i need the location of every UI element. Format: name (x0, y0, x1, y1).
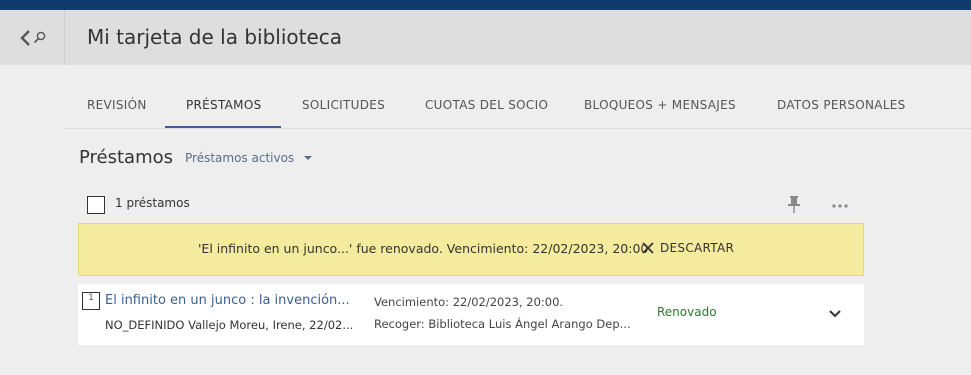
dismiss-button[interactable]: DESCARTAR (641, 241, 734, 255)
tab-bar: REVISIÓN PRÉSTAMOS SOLICITUDES CUOTAS DE… (65, 65, 971, 129)
tab-cuotas[interactable]: CUOTAS DEL SOCIO (425, 65, 548, 129)
tab-bloqueos[interactable]: BLOQUEOS + MENSAJES (584, 65, 736, 129)
back-search-button[interactable] (0, 10, 65, 65)
dismiss-label: DESCARTAR (660, 241, 735, 255)
tab-solicitudes[interactable]: SOLICITUDES (302, 65, 385, 129)
loan-count: 1 préstamos (115, 196, 190, 210)
section-title: Préstamos (79, 147, 174, 168)
select-all-checkbox[interactable] (87, 196, 105, 214)
renewal-alert: 'El infinito en un junco...' fue renovad… (78, 223, 864, 276)
filter-label: Préstamos activos (185, 151, 295, 165)
page-title: Mi tarjeta de la biblioteca (87, 25, 343, 49)
alert-message: 'El infinito en un junco...' fue renovad… (198, 241, 649, 256)
app-header: Mi tarjeta de la biblioteca (0, 10, 971, 65)
tab-revision[interactable]: REVISIÓN (87, 65, 147, 129)
loan-author: NO_DEFINIDO Vallejo Moreu, Irene, 22/02.… (105, 318, 354, 332)
loan-filter-dropdown[interactable]: Préstamos activos (185, 151, 313, 165)
active-tab-indicator (165, 126, 281, 128)
loan-row: 1 El infinito en un junco : la invención… (78, 284, 864, 345)
pin-button[interactable] (784, 194, 804, 214)
pin-icon (788, 196, 800, 213)
loan-title-link[interactable]: El infinito en un junco : la invención..… (105, 293, 350, 308)
loan-pickup-location: Recoger: Biblioteca Luis Ángel Arango De… (374, 317, 631, 331)
close-icon (642, 242, 654, 254)
search-icon (33, 31, 45, 44)
tab-datos-personales[interactable]: DATOS PERSONALES (777, 65, 906, 129)
more-icon (832, 204, 848, 208)
loan-status: Renovado (657, 305, 717, 319)
tab-prestamos[interactable]: PRÉSTAMOS (186, 65, 262, 129)
chevron-down-icon (829, 310, 841, 318)
expand-row-button[interactable] (825, 303, 845, 323)
more-options-button[interactable] (829, 195, 851, 215)
top-brand-bar (0, 0, 971, 10)
loan-due-date: Vencimiento: 22/02/2023, 20:00. (374, 295, 564, 309)
loan-checkbox[interactable]: 1 (82, 292, 100, 310)
back-arrow-icon (19, 29, 30, 46)
caret-down-icon (304, 155, 313, 160)
main-content: REVISIÓN PRÉSTAMOS SOLICITUDES CUOTAS DE… (65, 65, 971, 375)
